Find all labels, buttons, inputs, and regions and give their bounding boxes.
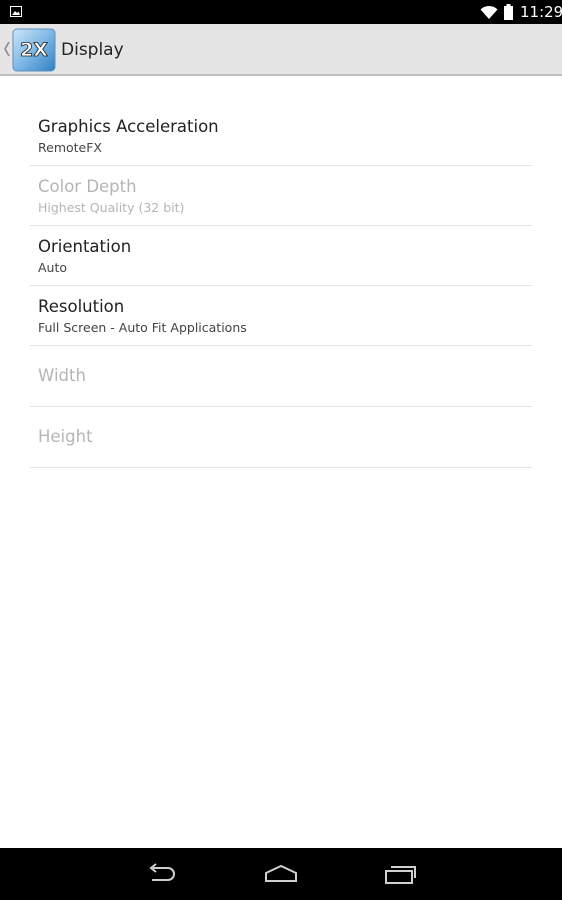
- image-notification-icon: [10, 6, 22, 17]
- pref-title: Orientation: [38, 237, 132, 256]
- battery-icon: [504, 4, 513, 20]
- recents-icon[interactable]: [383, 862, 419, 886]
- pref-orientation[interactable]: Orientation Auto: [30, 226, 532, 286]
- pref-title: Width: [38, 366, 86, 385]
- back-icon[interactable]: [144, 862, 180, 886]
- pref-color-depth: Color Depth Highest Quality (32 bit): [30, 166, 532, 226]
- up-caret-icon[interactable]: [3, 40, 11, 58]
- page-title: Display: [61, 40, 124, 60]
- wifi-icon: [480, 5, 498, 19]
- pref-summary: Full Screen - Auto Fit Applications: [38, 320, 247, 335]
- pref-height: Height: [30, 407, 532, 468]
- app-logo-text: 2X: [20, 39, 48, 61]
- status-bar: 11:29: [0, 0, 562, 24]
- pref-title: Resolution: [38, 297, 125, 316]
- action-bar: 2X Display: [0, 24, 562, 76]
- pref-title: Graphics Acceleration: [38, 117, 219, 136]
- pref-summary: RemoteFX: [38, 140, 102, 155]
- pref-title: Height: [38, 427, 93, 446]
- home-icon[interactable]: [263, 862, 299, 886]
- navigation-bar: [0, 848, 562, 900]
- preferences-list: Graphics Acceleration RemoteFX Color Dep…: [30, 106, 532, 468]
- app-logo-icon[interactable]: 2X: [12, 28, 56, 72]
- pref-width: Width: [30, 346, 532, 407]
- status-time: 11:29: [520, 3, 562, 21]
- pref-summary: Highest Quality (32 bit): [38, 200, 185, 215]
- pref-graphics-acceleration[interactable]: Graphics Acceleration RemoteFX: [30, 106, 532, 166]
- pref-summary: Auto: [38, 260, 68, 275]
- pref-title: Color Depth: [38, 177, 137, 196]
- pref-resolution[interactable]: Resolution Full Screen - Auto Fit Applic…: [30, 286, 532, 346]
